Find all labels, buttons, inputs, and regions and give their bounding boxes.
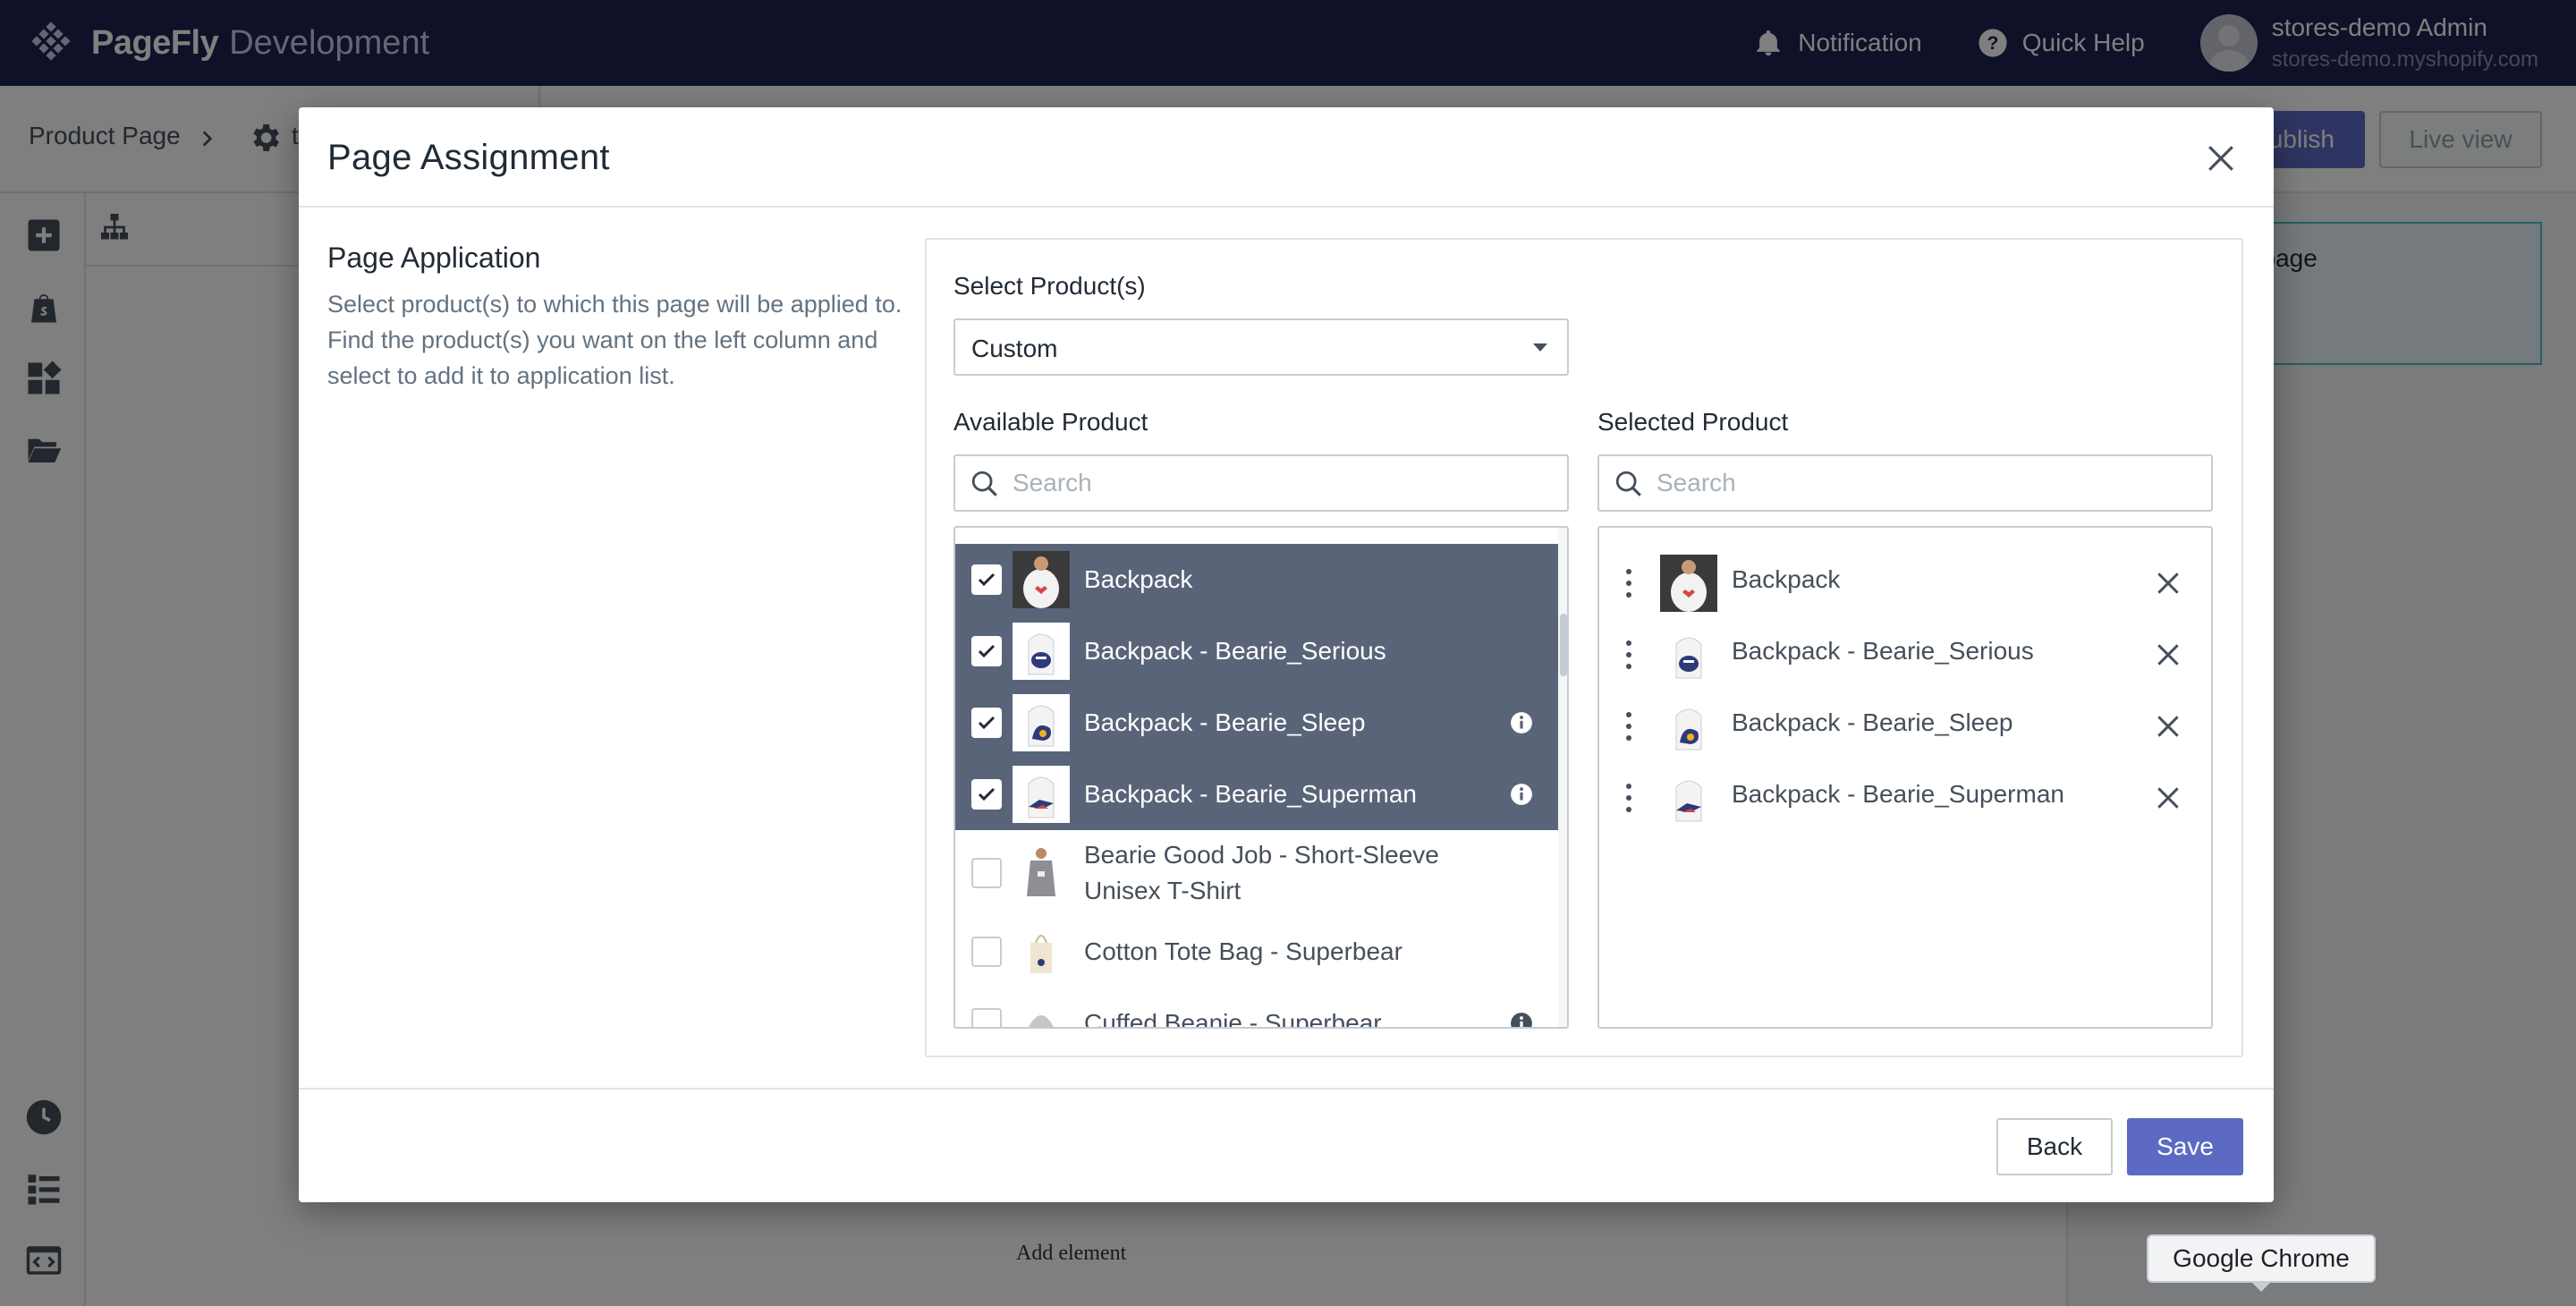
product-thumbnail (1013, 844, 1070, 902)
checkbox-unchecked[interactable] (971, 937, 1002, 967)
info-icon[interactable] (1510, 1012, 1533, 1029)
available-product-label: Available Product (953, 408, 1148, 436)
selected-item[interactable]: Backpack - Bearie_Superman (1599, 762, 2211, 834)
product-thumbnail (1660, 555, 1717, 612)
back-button[interactable]: Back (1996, 1118, 2113, 1175)
info-icon[interactable] (1510, 783, 1533, 806)
list-scrollbar-track[interactable] (1558, 528, 1567, 1027)
check-icon (978, 716, 996, 730)
product-thumbnail (1660, 698, 1717, 755)
remove-icon[interactable] (2154, 640, 2182, 669)
checkbox-checked[interactable] (971, 636, 1002, 666)
product-name: Backpack - Bearie_Sleep (1084, 708, 1366, 736)
search-icon (971, 471, 997, 496)
available-search-input[interactable] (1013, 465, 1549, 501)
select-products-label: Select Product(s) (953, 272, 1146, 300)
product-thumbnail (1013, 995, 1070, 1027)
check-icon (978, 572, 996, 587)
selected-search-input[interactable] (1657, 465, 2193, 501)
product-thumbnail (1013, 694, 1070, 751)
drag-handle-icon[interactable] (1624, 639, 1633, 671)
available-item[interactable]: Cotton Tote Bag - Superbear (955, 916, 1558, 988)
product-thumbnail (1660, 769, 1717, 827)
product-thumbnail (1660, 626, 1717, 683)
section-description: Select product(s) to which this page wil… (327, 291, 902, 389)
product-name: Backpack - Bearie_Serious (1084, 637, 1386, 665)
selected-search (1597, 454, 2213, 512)
product-name: Backpack - Bearie_Sleep (1732, 708, 2013, 736)
remove-icon[interactable] (2154, 569, 2182, 598)
save-button[interactable]: Save (2127, 1118, 2243, 1175)
selected-product-list: Backpack Backpack - Bearie_Serious Backp… (1597, 526, 2213, 1029)
product-thumbnail (1013, 923, 1070, 980)
available-item[interactable]: Cuffed Beanie - Superbear (955, 988, 1558, 1029)
product-name: Backpack (1732, 565, 1841, 593)
product-scope-select[interactable]: Custom (953, 318, 1569, 376)
remove-icon[interactable] (2154, 712, 2182, 741)
product-name: Backpack - Bearie_Serious (1732, 637, 2034, 665)
selected-product-label: Selected Product (1597, 408, 1789, 436)
selected-item[interactable]: Backpack - Bearie_Serious (1599, 619, 2211, 691)
checkbox-checked[interactable] (971, 779, 1002, 810)
checkbox-unchecked[interactable] (971, 858, 1002, 888)
drag-handle-icon[interactable] (1624, 567, 1633, 599)
product-name: Cotton Tote Bag - Superbear (1084, 937, 1402, 965)
product-name: Backpack (1084, 565, 1193, 593)
check-icon (978, 644, 996, 658)
caret-down-icon (1533, 343, 1547, 352)
product-name: Backpack - Bearie_Superman (1732, 780, 2064, 808)
drag-handle-icon[interactable] (1624, 710, 1633, 742)
drag-handle-icon[interactable] (1624, 782, 1633, 814)
modal-title: Page Assignment (327, 138, 610, 177)
product-name: Bearie Good Job - Short-Sleeve Unisex T-… (1084, 841, 1439, 904)
modal-header: Page Assignment (299, 107, 2274, 208)
selected-item[interactable]: Backpack (1599, 547, 2211, 619)
product-name: Cuffed Beanie - Superbear (1084, 1009, 1382, 1029)
available-item[interactable]: Backpack - Bearie_Serious (955, 615, 1558, 687)
available-item[interactable]: Bearie Good Job - Short-Sleeve Unisex T-… (955, 830, 1558, 916)
info-icon[interactable] (1510, 711, 1533, 734)
checkbox-unchecked[interactable] (971, 1008, 1002, 1027)
os-tooltip: Google Chrome (2147, 1234, 2376, 1283)
section-title: Page Application (327, 242, 541, 274)
product-name: Backpack - Bearie_Superman (1084, 780, 1417, 808)
check-icon (978, 787, 996, 801)
close-icon[interactable] (2206, 143, 2236, 174)
checkbox-checked[interactable] (971, 708, 1002, 738)
modal-footer (299, 1088, 2274, 1202)
available-item[interactable]: Backpack - Bearie_Superman (955, 759, 1558, 830)
list-scrollbar-thumb[interactable] (1560, 614, 1567, 676)
available-product-list[interactable]: Backpack Backpack - Bearie_Serious Backp… (953, 526, 1569, 1029)
product-scope-value: Custom (971, 335, 1058, 362)
available-search (953, 454, 1569, 512)
product-thumbnail (1013, 551, 1070, 608)
checkbox-checked[interactable] (971, 564, 1002, 595)
remove-icon[interactable] (2154, 784, 2182, 812)
search-icon (1615, 471, 1641, 496)
selected-item[interactable]: Backpack - Bearie_Sleep (1599, 691, 2211, 762)
product-thumbnail (1013, 623, 1070, 680)
product-thumbnail (1013, 766, 1070, 823)
available-item[interactable]: Backpack - Bearie_Sleep (955, 687, 1558, 759)
tooltip-arrow (2250, 1281, 2272, 1292)
available-item[interactable]: Backpack (955, 544, 1558, 615)
page-assignment-modal: Page Assignment Page Application Select … (299, 107, 2274, 1202)
